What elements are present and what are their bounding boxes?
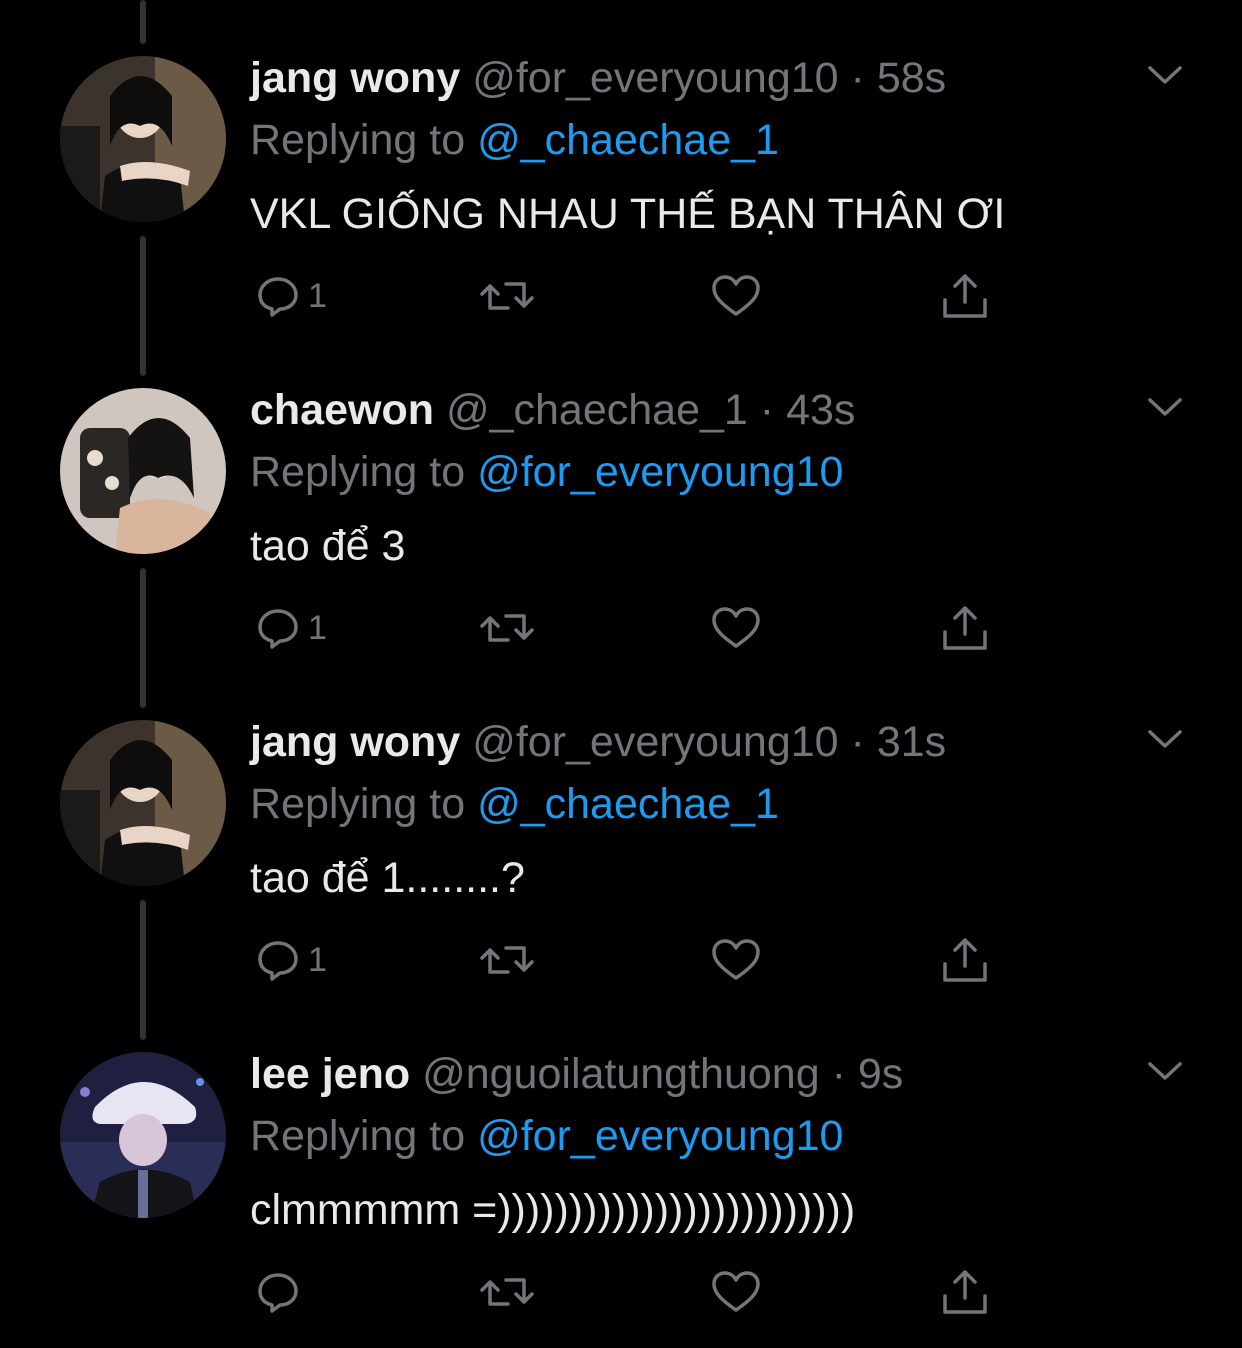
retweet-button[interactable] (478, 1268, 536, 1316)
tweet-text: VKL GIỐNG NHAU THẾ BẠN THÂN ƠI (250, 190, 1006, 238)
like-button[interactable] (710, 1268, 762, 1316)
avatar[interactable] (60, 720, 226, 886)
avatar[interactable] (60, 388, 226, 554)
retweet-button[interactable] (478, 604, 536, 652)
tweet[interactable]: jang wony @for_everyoung10 · 31s Replyin… (0, 664, 1242, 996)
like-button[interactable] (710, 604, 762, 652)
retweet-icon (478, 1268, 536, 1316)
replying-to-line: Replying to @for_everyoung10 (250, 446, 843, 498)
like-button[interactable] (710, 272, 762, 320)
replying-prefix: Replying to (250, 116, 478, 164)
timestamp[interactable]: 43s (786, 386, 855, 434)
share-button[interactable] (940, 1268, 990, 1316)
display-name[interactable]: jang wony (250, 718, 460, 766)
user-handle[interactable]: @nguoilatungthuong (422, 1050, 820, 1098)
user-handle[interactable]: @for_everyoung10 (472, 718, 838, 766)
user-handle[interactable]: @for_everyoung10 (472, 54, 838, 102)
chevron-down-icon[interactable] (1145, 60, 1185, 90)
share-button[interactable] (940, 272, 990, 320)
reply-count: 1 (308, 276, 327, 315)
timestamp[interactable]: 58s (877, 54, 946, 102)
avatar[interactable] (60, 1052, 226, 1218)
mention-link[interactable]: @for_everyoung10 (477, 448, 843, 496)
retweet-icon (478, 604, 536, 652)
tweet-header: jang wony @for_everyoung10 · 31s (250, 716, 946, 768)
tweet-text: clmmmmm =))))))))))))))))))))))))) (250, 1186, 856, 1234)
reply-button[interactable]: 1 (254, 272, 327, 320)
timestamp[interactable]: 9s (858, 1050, 903, 1098)
retweet-button[interactable] (478, 272, 536, 320)
reply-button[interactable]: 1 (254, 936, 327, 984)
tweet-text: tao để 3 (250, 522, 406, 570)
reply-button[interactable]: 1 (254, 604, 327, 652)
mention-link[interactable]: @_chaechae_1 (477, 780, 779, 828)
tweet-header: lee jeno @nguoilatungthuong · 9s (250, 1048, 903, 1100)
chevron-down-icon[interactable] (1145, 1056, 1185, 1086)
reply-icon (254, 936, 302, 984)
reply-button[interactable] (254, 1268, 308, 1316)
heart-icon (710, 936, 762, 984)
separator-dot: · (850, 718, 865, 766)
display-name[interactable]: lee jeno (250, 1050, 410, 1098)
share-icon (940, 936, 990, 984)
separator-dot: · (831, 1050, 846, 1098)
heart-icon (710, 1268, 762, 1316)
reply-icon (254, 1268, 302, 1316)
replying-prefix: Replying to (250, 780, 478, 828)
display-name[interactable]: jang wony (250, 54, 460, 102)
reply-count: 1 (308, 608, 327, 647)
user-handle[interactable]: @_chaechae_1 (446, 386, 748, 434)
tweet-header: chaewon @_chaechae_1 · 43s (250, 384, 855, 436)
share-icon (940, 604, 990, 652)
mention-link[interactable]: @_chaechae_1 (477, 116, 779, 164)
heart-icon (710, 604, 762, 652)
reply-icon (254, 272, 302, 320)
retweet-icon (478, 272, 536, 320)
avatar[interactable] (60, 56, 226, 222)
retweet-icon (478, 936, 536, 984)
replying-to-line: Replying to @_chaechae_1 (250, 778, 779, 830)
share-icon (940, 1268, 990, 1316)
separator-dot: · (759, 386, 775, 434)
replying-prefix: Replying to (250, 448, 478, 496)
tweet-text: tao để 1........? (250, 854, 525, 902)
replying-prefix: Replying to (250, 1112, 478, 1160)
chevron-down-icon[interactable] (1145, 724, 1185, 754)
chevron-down-icon[interactable] (1145, 392, 1185, 422)
display-name[interactable]: chaewon (250, 386, 434, 434)
share-button[interactable] (940, 604, 990, 652)
replying-to-line: Replying to @_chaechae_1 (250, 114, 779, 166)
separator-dot: · (850, 54, 865, 102)
like-button[interactable] (710, 936, 762, 984)
tweet[interactable]: jang wony @for_everyoung10 · 58s Replyin… (0, 0, 1242, 332)
mention-link[interactable]: @for_everyoung10 (477, 1112, 843, 1160)
tweet-header: jang wony @for_everyoung10 · 58s (250, 52, 946, 104)
tweet[interactable]: chaewon @_chaechae_1 · 43s Replying to @… (0, 332, 1242, 664)
share-button[interactable] (940, 936, 990, 984)
reply-count: 1 (308, 940, 327, 979)
retweet-button[interactable] (478, 936, 536, 984)
tweet[interactable]: lee jeno @nguoilatungthuong · 9s Replyin… (0, 996, 1242, 1328)
heart-icon (710, 272, 762, 320)
replying-to-line: Replying to @for_everyoung10 (250, 1110, 843, 1162)
share-icon (940, 272, 990, 320)
reply-icon (254, 604, 302, 652)
timestamp[interactable]: 31s (877, 718, 946, 766)
